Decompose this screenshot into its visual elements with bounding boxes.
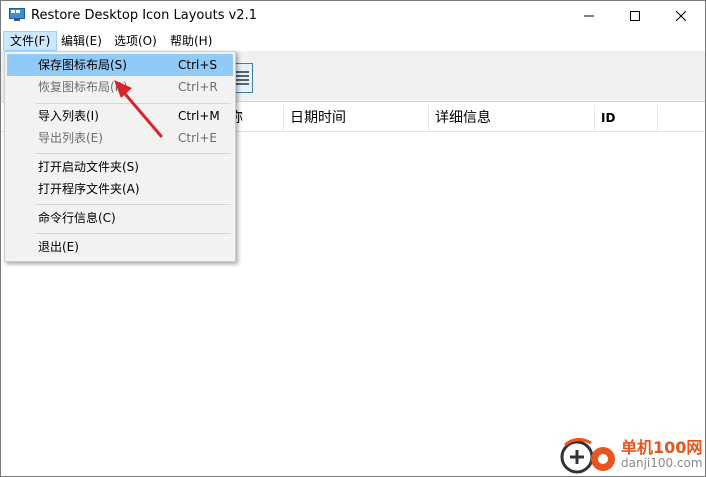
close-button[interactable] [658, 1, 704, 31]
menu-item-label: 退出(E) [38, 240, 79, 254]
menu-bar: 文件(F) 编辑(E) 选项(O) 帮助(H) [1, 31, 705, 51]
menu-item-shortcut: Ctrl+E [178, 131, 217, 145]
app-window: Restore Desktop Icon Layouts v2.1 文件(F) … [0, 0, 706, 477]
menu-command-line-info[interactable]: 命令行信息(C) [7, 207, 233, 229]
column-header-id[interactable]: ID [595, 105, 658, 131]
maximize-button[interactable] [612, 1, 658, 31]
maximize-icon [630, 11, 640, 21]
title-bar[interactable]: Restore Desktop Icon Layouts v2.1 [1, 1, 705, 31]
menu-help[interactable]: 帮助(H) [164, 31, 218, 51]
watermark-logo-icon [560, 438, 615, 474]
menu-separator [35, 233, 231, 234]
menu-item-label: 保存图标布局(S) [38, 58, 127, 72]
menu-item-label: 打开启动文件夹(S) [38, 160, 139, 174]
menu-separator [35, 204, 231, 205]
menu-edit[interactable]: 编辑(E) [55, 31, 108, 51]
menu-save-layout[interactable]: 保存图标布局(S) Ctrl+S [7, 54, 233, 76]
menu-open-startup-folder[interactable]: 打开启动文件夹(S) [7, 156, 233, 178]
menu-item-label: 命令行信息(C) [38, 211, 116, 225]
window-title: Restore Desktop Icon Layouts v2.1 [31, 8, 257, 23]
minimize-button[interactable] [566, 1, 612, 31]
close-icon [676, 11, 686, 21]
minimize-icon [584, 15, 594, 17]
menu-separator [35, 153, 231, 154]
menu-item-shortcut: Ctrl+S [178, 58, 218, 72]
menu-open-program-folder[interactable]: 打开程序文件夹(A) [7, 178, 233, 200]
menu-item-shortcut: Ctrl+M [178, 109, 220, 123]
app-icon [9, 8, 25, 21]
annotation-arrow-icon [114, 80, 163, 138]
watermark-text: 单机100网 [621, 438, 703, 457]
menu-exit[interactable]: 退出(E) [7, 236, 233, 258]
menu-options[interactable]: 选项(O) [108, 31, 163, 51]
menu-item-shortcut: Ctrl+R [178, 80, 218, 94]
column-header-details[interactable]: 详细信息 [429, 105, 595, 131]
menu-item-label: 打开程序文件夹(A) [38, 182, 140, 196]
watermark-url: danji100.com [621, 456, 703, 470]
watermark: 单机100网 danji100.com [557, 431, 705, 476]
menu-item-label: 导出列表(E) [38, 131, 103, 145]
column-header-datetime[interactable]: 日期时间 [284, 105, 429, 131]
menu-file[interactable]: 文件(F) [3, 31, 58, 51]
menu-item-label: 导入列表(I) [38, 109, 99, 123]
